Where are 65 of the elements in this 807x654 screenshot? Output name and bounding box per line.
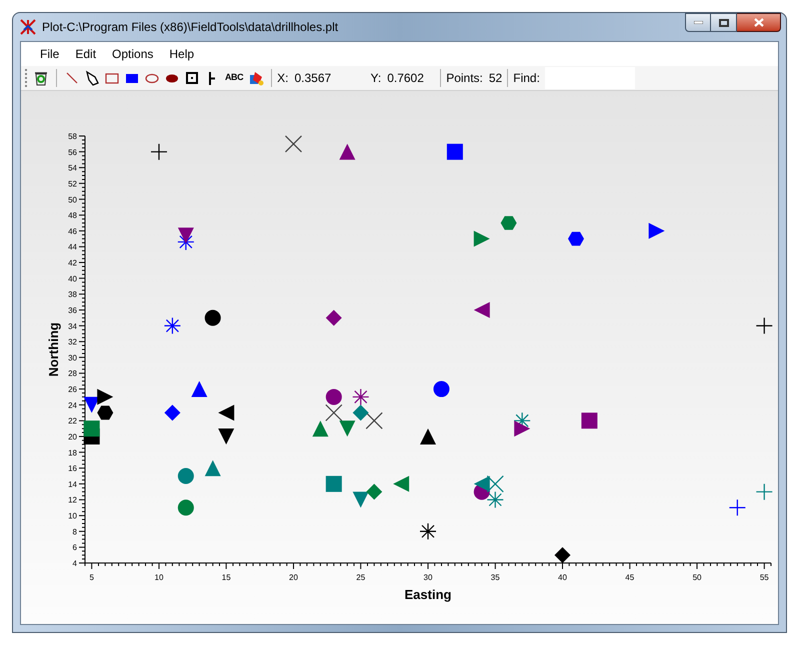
maximize-icon — [718, 18, 728, 26]
tick-label: 36 — [68, 306, 77, 315]
window-title: Plot-C:\Program Files (x86)\FieldTools\data\drillholes.plt — [42, 19, 338, 36]
tick-label: 30 — [424, 573, 432, 582]
tick-label: 58 — [68, 132, 77, 141]
tick-label: 56 — [68, 148, 77, 157]
tick-label: 50 — [692, 573, 702, 582]
find-label: Find: — [513, 70, 540, 87]
menu-item[interactable]: File — [33, 45, 66, 63]
tick-label: 50 — [68, 195, 77, 204]
x-axis-title: Easting — [404, 587, 452, 602]
tick-label: 26 — [68, 385, 77, 394]
tick-label: 6 — [72, 543, 77, 552]
tick-label: 10 — [68, 512, 77, 521]
x-value: 0.3567 — [294, 70, 332, 87]
y-value: 0.7602 — [387, 70, 425, 87]
tick-label: 24 — [68, 400, 77, 410]
tick-label: 22 — [68, 416, 77, 426]
tick-label: 40 — [68, 274, 77, 284]
tick-label: 45 — [625, 573, 634, 582]
tick-label: 8 — [72, 527, 77, 536]
tick-label: 40 — [558, 573, 567, 582]
minimize-button[interactable] — [685, 13, 711, 32]
pointer-icon[interactable] — [83, 69, 101, 87]
y-axis-title: Northing — [46, 322, 61, 377]
app-icon — [19, 18, 37, 36]
tick-label: 52 — [68, 179, 77, 188]
tick-label: 55 — [760, 573, 769, 582]
tick-label: 25 — [356, 573, 366, 582]
minimize-icon — [694, 21, 702, 24]
menu-item[interactable]: Help — [162, 45, 202, 63]
tick-label: 20 — [68, 432, 77, 442]
tick-label: 10 — [154, 573, 164, 582]
text-tool-button[interactable]: ABC — [225, 71, 244, 85]
tick-label: 48 — [68, 211, 77, 220]
tick-label: 14 — [68, 480, 77, 489]
tick-label: 44 — [68, 242, 77, 252]
tick-label: 4 — [72, 559, 77, 568]
tick-label: 30 — [68, 353, 77, 362]
tick-label: 5 — [90, 573, 94, 582]
points-label: Points: — [446, 70, 483, 87]
tick-label: 34 — [68, 322, 77, 331]
close-icon — [754, 18, 764, 27]
tick-label: 18 — [68, 448, 77, 458]
y-label: Y: — [370, 70, 382, 87]
tick-label: 35 — [490, 573, 500, 582]
dotted-square-icon[interactable] — [183, 69, 201, 87]
tick-label: 38 — [68, 290, 77, 300]
tick-label: 54 — [68, 164, 77, 173]
x-label: X: — [277, 70, 288, 87]
tick-label: 42 — [68, 258, 77, 268]
find-field[interactable] — [544, 67, 635, 89]
menu-item[interactable]: Edit — [68, 45, 104, 63]
tick-label: 46 — [68, 226, 77, 236]
points-count: 52 — [488, 70, 502, 87]
tick-label: 12 — [68, 496, 77, 505]
close-button[interactable] — [737, 13, 781, 32]
tick-label: 28 — [68, 369, 77, 378]
tick-label: 20 — [289, 573, 298, 582]
tick-label: 16 — [68, 464, 77, 474]
tick-label: 32 — [68, 338, 77, 347]
menu-item[interactable]: Options — [105, 45, 160, 63]
paint-icon[interactable] — [247, 69, 266, 87]
tick-label: 15 — [222, 573, 231, 582]
maximize-button[interactable] — [711, 13, 737, 32]
